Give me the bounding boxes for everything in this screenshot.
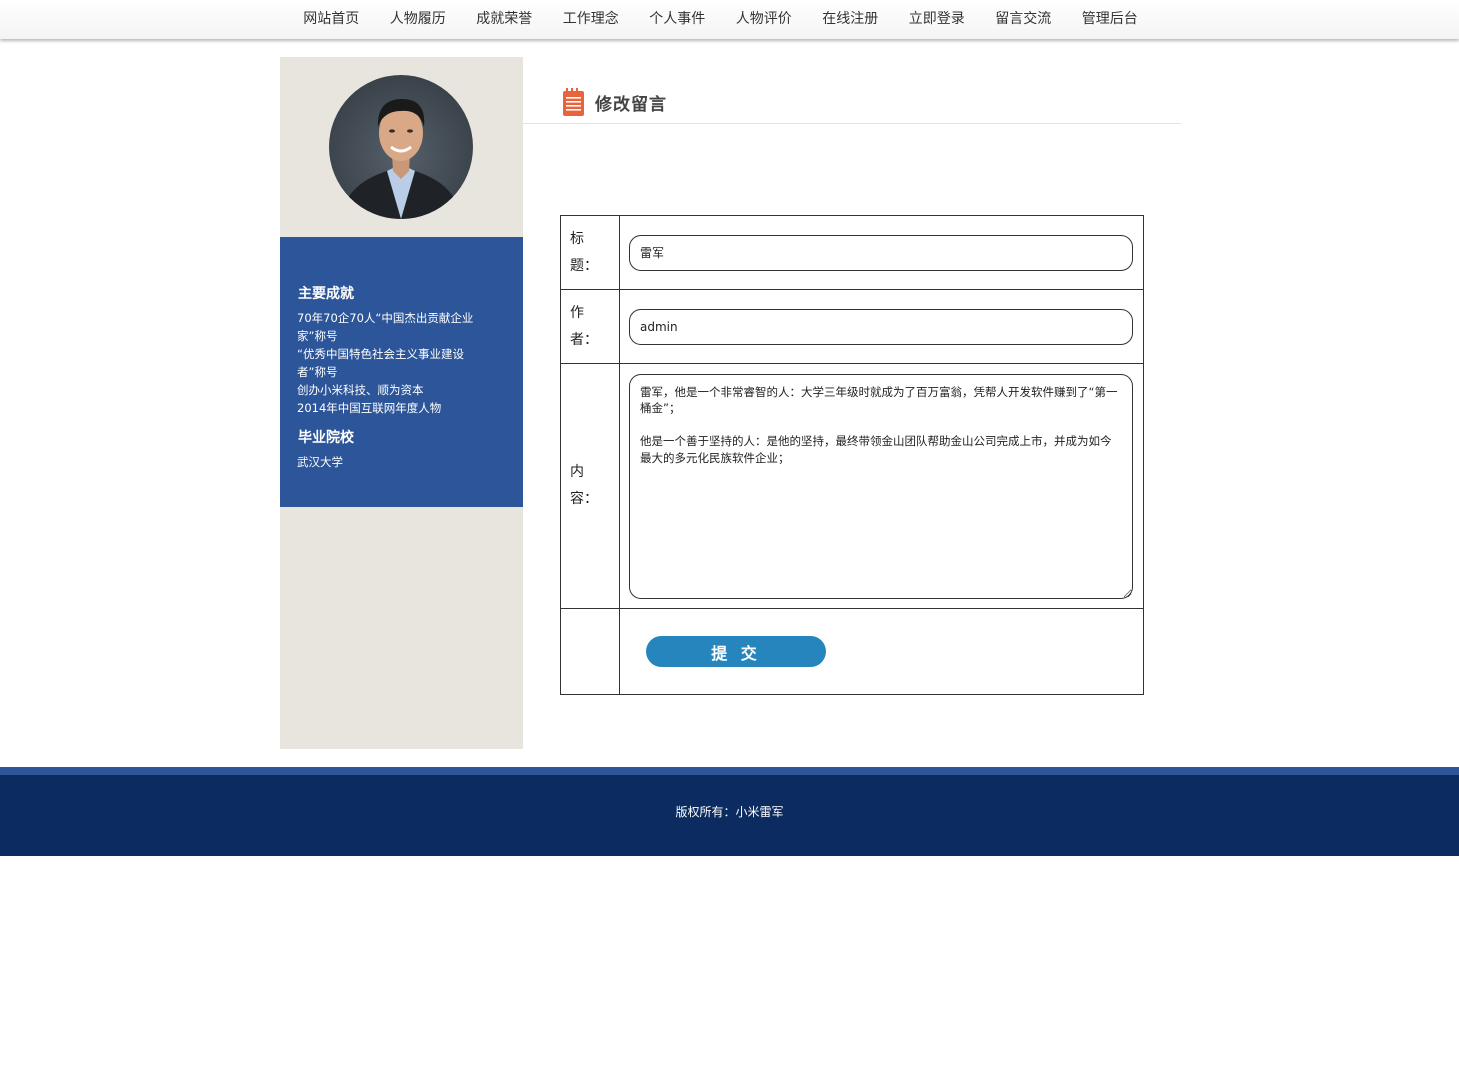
nav-item-resume[interactable]: 人物履历 <box>375 0 462 39</box>
school-title: 毕业院校 <box>298 430 354 446</box>
form-row-author: 作者： <box>560 289 1144 364</box>
content-textarea[interactable] <box>629 373 1133 599</box>
nav-item-register[interactable]: 在线注册 <box>807 0 894 39</box>
author-label: 作者： <box>560 289 620 364</box>
author-field-cell <box>619 289 1144 364</box>
footer: 版权所有：小米雷军 <box>0 775 1459 856</box>
portrait-image <box>339 99 463 219</box>
achievement-item: 70年70企70人“中国杰出贡献企业家”称号 <box>297 311 474 343</box>
form-row-content: 内容： <box>560 363 1144 609</box>
author-label-text: 作者： <box>570 304 598 348</box>
nav-menu: 网站首页 人物履历 成就荣誉 工作理念 个人事件 人物评价 在线注册 立即登录 … <box>288 0 1153 39</box>
sidebar: 主要成就 70年70企70人“中国杰出贡献企业家”称号 “优秀中国特色社会主义事… <box>280 57 523 749</box>
achievement-item: 创办小米科技、顺为资本 <box>297 383 424 397</box>
author-input[interactable] <box>629 308 1133 345</box>
nav-item-events[interactable]: 个人事件 <box>634 0 721 39</box>
nav-item-honors[interactable]: 成就荣誉 <box>461 0 548 39</box>
title-input[interactable] <box>629 234 1133 271</box>
page-title: 修改留言 <box>595 95 667 115</box>
form-row-submit: 提 交 <box>560 608 1144 695</box>
school-value: 武汉大学 <box>297 455 343 469</box>
content-label: 内容： <box>560 363 620 609</box>
submit-button[interactable]: 提 交 <box>646 636 826 667</box>
content-label-text: 内容： <box>570 464 598 507</box>
edit-message-form: 标题： 作者： 内容： 提 交 <box>560 215 1144 695</box>
title-label-text: 标题： <box>570 230 598 274</box>
nav-item-home[interactable]: 网站首页 <box>288 0 375 39</box>
submit-field-cell: 提 交 <box>619 608 1144 695</box>
title-label: 标题： <box>560 215 620 290</box>
nav-item-reviews[interactable]: 人物评价 <box>721 0 808 39</box>
notepad-icon <box>563 88 584 116</box>
content-field-cell <box>619 363 1144 609</box>
sidebar-info-panel: 主要成就 70年70企70人“中国杰出贡献企业家”称号 “优秀中国特色社会主义事… <box>280 237 523 507</box>
footer-stripe <box>0 767 1459 775</box>
nav-item-philosophy[interactable]: 工作理念 <box>548 0 635 39</box>
top-navigation: 网站首页 人物履历 成就荣誉 工作理念 个人事件 人物评价 在线注册 立即登录 … <box>0 0 1459 39</box>
nav-item-admin[interactable]: 管理后台 <box>1067 0 1154 39</box>
achievement-item: 2014年中国互联网年度人物 <box>297 401 442 415</box>
title-field-cell <box>619 215 1144 290</box>
achievements-list: 70年70企70人“中国杰出贡献企业家”称号 “优秀中国特色社会主义事业建设者”… <box>297 309 487 417</box>
nav-item-login[interactable]: 立即登录 <box>894 0 981 39</box>
footer-copyright: 版权所有：小米雷军 <box>675 805 784 819</box>
avatar <box>329 75 473 219</box>
achievements-title: 主要成就 <box>298 286 354 302</box>
achievement-item: “优秀中国特色社会主义事业建设者”称号 <box>297 347 464 379</box>
nav-item-messages[interactable]: 留言交流 <box>980 0 1067 39</box>
form-row-title: 标题： <box>560 215 1144 290</box>
submit-label-cell <box>560 608 620 695</box>
main-header: 修改留言 <box>523 57 1181 124</box>
